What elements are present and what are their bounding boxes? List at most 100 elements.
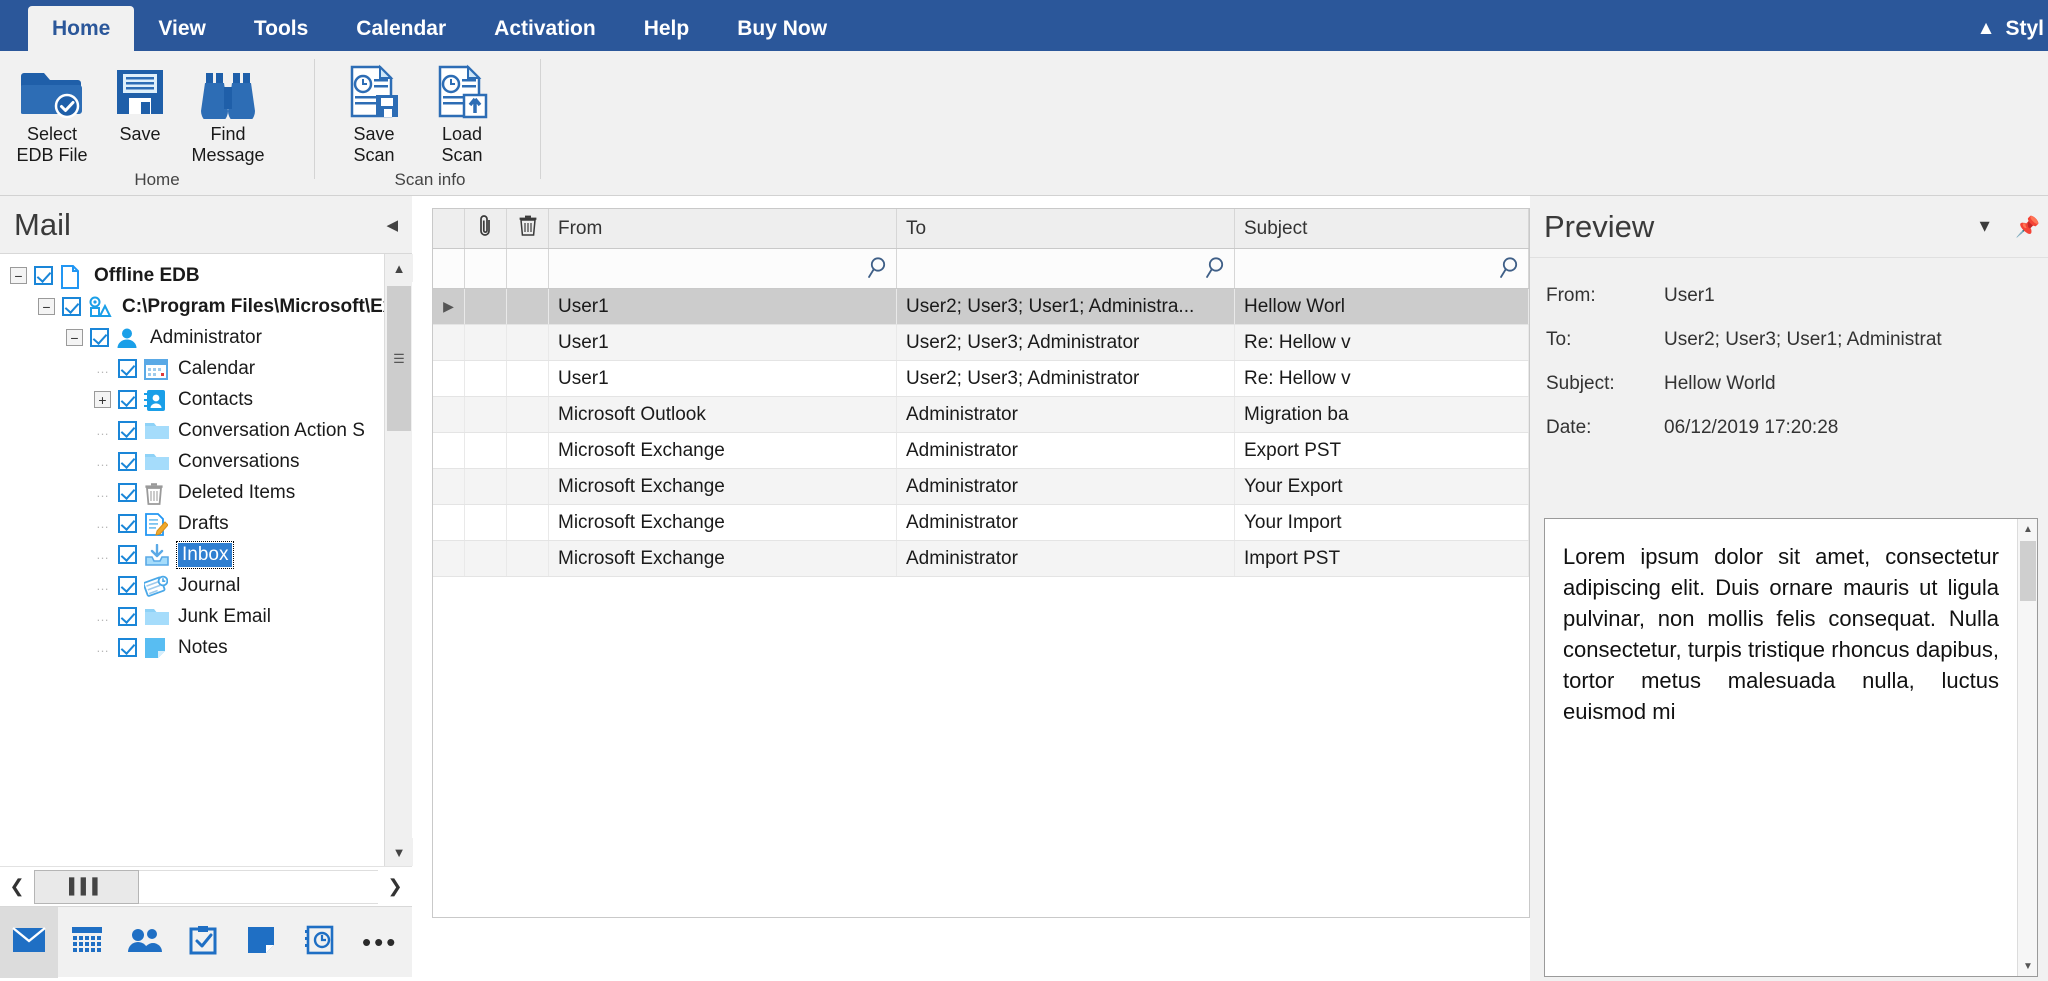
search-icon[interactable]: [1205, 256, 1227, 280]
save-label: Save: [119, 124, 161, 144]
nav-people-button[interactable]: [116, 907, 174, 978]
find-message-label-line2: Message: [191, 145, 265, 165]
tree-collapse-icon[interactable]: −: [66, 329, 83, 346]
row-indicator: [433, 433, 465, 468]
tab-help[interactable]: Help: [620, 6, 714, 51]
table-row[interactable]: User1 User2; User3; Administrator Re: Hell…: [433, 325, 1529, 361]
tree-expand-icon[interactable]: +: [94, 391, 111, 408]
tab-buy-now[interactable]: Buy Now: [713, 6, 851, 51]
preview-scroll-thumb[interactable]: [2020, 541, 2036, 601]
tree-item-drafts[interactable]: … Drafts: [0, 508, 412, 539]
table-row[interactable]: Microsoft Exchange Administrator Export PS…: [433, 433, 1529, 469]
tree-item-administrator[interactable]: − Administrator: [0, 322, 412, 353]
collapse-panel-icon[interactable]: ◀: [386, 216, 398, 234]
tree-item-checkbox[interactable]: [118, 421, 137, 440]
styles-label[interactable]: Styl: [2005, 17, 2044, 41]
hscroll-left-icon[interactable]: ❮: [0, 869, 34, 904]
column-header-attachment[interactable]: [465, 209, 507, 248]
row-to-cell: Administrator: [897, 505, 1235, 540]
load-scan-button[interactable]: Load Scan: [418, 59, 506, 166]
tree-item-deleted-items[interactable]: … Deleted Items: [0, 477, 412, 508]
table-row[interactable]: Microsoft Exchange Administrator Your Expo…: [433, 469, 1529, 505]
save-scan-button[interactable]: Save Scan: [330, 59, 418, 166]
tree-item-offline-edb[interactable]: − Offline EDB: [0, 260, 412, 291]
tree-item-notes[interactable]: … Notes: [0, 632, 412, 663]
row-indicator: [433, 397, 465, 432]
nav-notes-button[interactable]: [232, 907, 290, 978]
nav-mail-button[interactable]: [0, 906, 58, 978]
tree-item-calendar[interactable]: … Calendar: [0, 353, 412, 384]
tree-item-checkbox[interactable]: [118, 483, 137, 502]
find-message-button[interactable]: Find Message: [184, 59, 272, 166]
chevron-down-icon[interactable]: ▼: [1976, 217, 1993, 237]
tree-item-journal[interactable]: … Journal: [0, 570, 412, 601]
row-to-cell: Administrator: [897, 541, 1235, 576]
tree-scroll-thumb[interactable]: ☰: [387, 286, 411, 431]
save-button[interactable]: Save: [96, 59, 184, 145]
nav-more-button[interactable]: •••: [348, 927, 398, 958]
tree-item-c-program-files-microsoft-ex[interactable]: − C:\Program Files\Microsoft\Ex: [0, 291, 412, 322]
column-header-subject[interactable]: Subject: [1235, 209, 1529, 248]
tree-collapse-icon[interactable]: −: [10, 267, 27, 284]
column-header-from[interactable]: From: [549, 209, 897, 248]
scroll-down-icon[interactable]: ▼: [385, 838, 413, 866]
search-icon[interactable]: [1499, 256, 1521, 280]
chevron-up-icon[interactable]: ▲: [1977, 18, 1996, 40]
column-header-deleted[interactable]: [507, 209, 549, 248]
nav-journal-button[interactable]: [290, 907, 348, 978]
tree-item-label: Calendar: [178, 357, 256, 379]
tab-calendar[interactable]: Calendar: [332, 6, 470, 51]
tree-expander-placeholder: …: [96, 640, 109, 655]
table-row[interactable]: ▶ User1 User2; User3; User1; Administra...…: [433, 289, 1529, 325]
tab-view[interactable]: View: [134, 6, 229, 51]
pin-icon[interactable]: 📌: [2015, 214, 2040, 239]
tree-item-checkbox[interactable]: [62, 297, 81, 316]
tree-item-checkbox[interactable]: [118, 638, 137, 657]
column-header-to[interactable]: To: [897, 209, 1235, 248]
tree-item-checkbox[interactable]: [118, 514, 137, 533]
tree-vertical-scrollbar[interactable]: ▲ ☰ ▼: [384, 254, 413, 866]
preview-scroll-up-icon[interactable]: ▲: [2018, 519, 2037, 539]
search-icon[interactable]: [867, 256, 889, 280]
people-icon: [127, 927, 163, 958]
tree-item-checkbox[interactable]: [118, 607, 137, 626]
tree-item-contacts[interactable]: + Contacts: [0, 384, 412, 415]
tree-expander-placeholder: …: [96, 454, 109, 469]
tab-activation[interactable]: Activation: [470, 6, 620, 51]
tree-item-inbox[interactable]: … Inbox: [0, 539, 412, 570]
tree-collapse-icon[interactable]: −: [38, 298, 55, 315]
table-row[interactable]: Microsoft Outlook Administrator Migration …: [433, 397, 1529, 433]
filter-input-subject[interactable]: [1235, 249, 1529, 288]
tree-item-checkbox[interactable]: [118, 452, 137, 471]
select-edb-file-button[interactable]: Select EDB File: [8, 59, 96, 166]
tree-item-conversation-action-s[interactable]: … Conversation Action S: [0, 415, 412, 446]
message-grid-filter-row: [433, 249, 1529, 289]
nav-tasks-button[interactable]: [174, 907, 232, 978]
tree-item-checkbox[interactable]: [118, 390, 137, 409]
tree-item-junk-email[interactable]: … Junk Email: [0, 601, 412, 632]
tab-tools[interactable]: Tools: [230, 6, 332, 51]
row-subject-cell: Migration ba: [1235, 397, 1529, 432]
hscroll-right-icon[interactable]: ❯: [378, 869, 412, 904]
tree-item-checkbox[interactable]: [118, 545, 137, 564]
tree-item-checkbox[interactable]: [34, 266, 53, 285]
hscroll-thumb[interactable]: ▌▌▌: [34, 869, 139, 904]
tree-horizontal-scrollbar[interactable]: ❮ ▌▌▌ ❯: [0, 866, 412, 906]
filter-input-from[interactable]: [549, 249, 897, 288]
nav-calendar-button[interactable]: [58, 907, 116, 978]
preview-body-scrollbar[interactable]: ▲ ▼: [2017, 519, 2037, 976]
table-row[interactable]: Microsoft Exchange Administrator Import PS…: [433, 541, 1529, 577]
tree-item-conversations[interactable]: … Conversations: [0, 446, 412, 477]
scroll-up-icon[interactable]: ▲: [385, 254, 413, 282]
save-scan-label-line1: Save: [353, 124, 395, 144]
tab-home[interactable]: Home: [28, 6, 135, 51]
filter-input-to[interactable]: [897, 249, 1235, 288]
hscroll-track[interactable]: [139, 869, 378, 904]
folder-tree[interactable]: − Offline EDB − C:\Program Files\Microsoft\…: [0, 254, 412, 866]
tree-item-checkbox[interactable]: [118, 359, 137, 378]
table-row[interactable]: Microsoft Exchange Administrator Your Impo…: [433, 505, 1529, 541]
preview-scroll-down-icon[interactable]: ▼: [2018, 956, 2037, 976]
tree-item-checkbox[interactable]: [118, 576, 137, 595]
table-row[interactable]: User1 User2; User3; Administrator Re: Hell…: [433, 361, 1529, 397]
tree-item-checkbox[interactable]: [90, 328, 109, 347]
